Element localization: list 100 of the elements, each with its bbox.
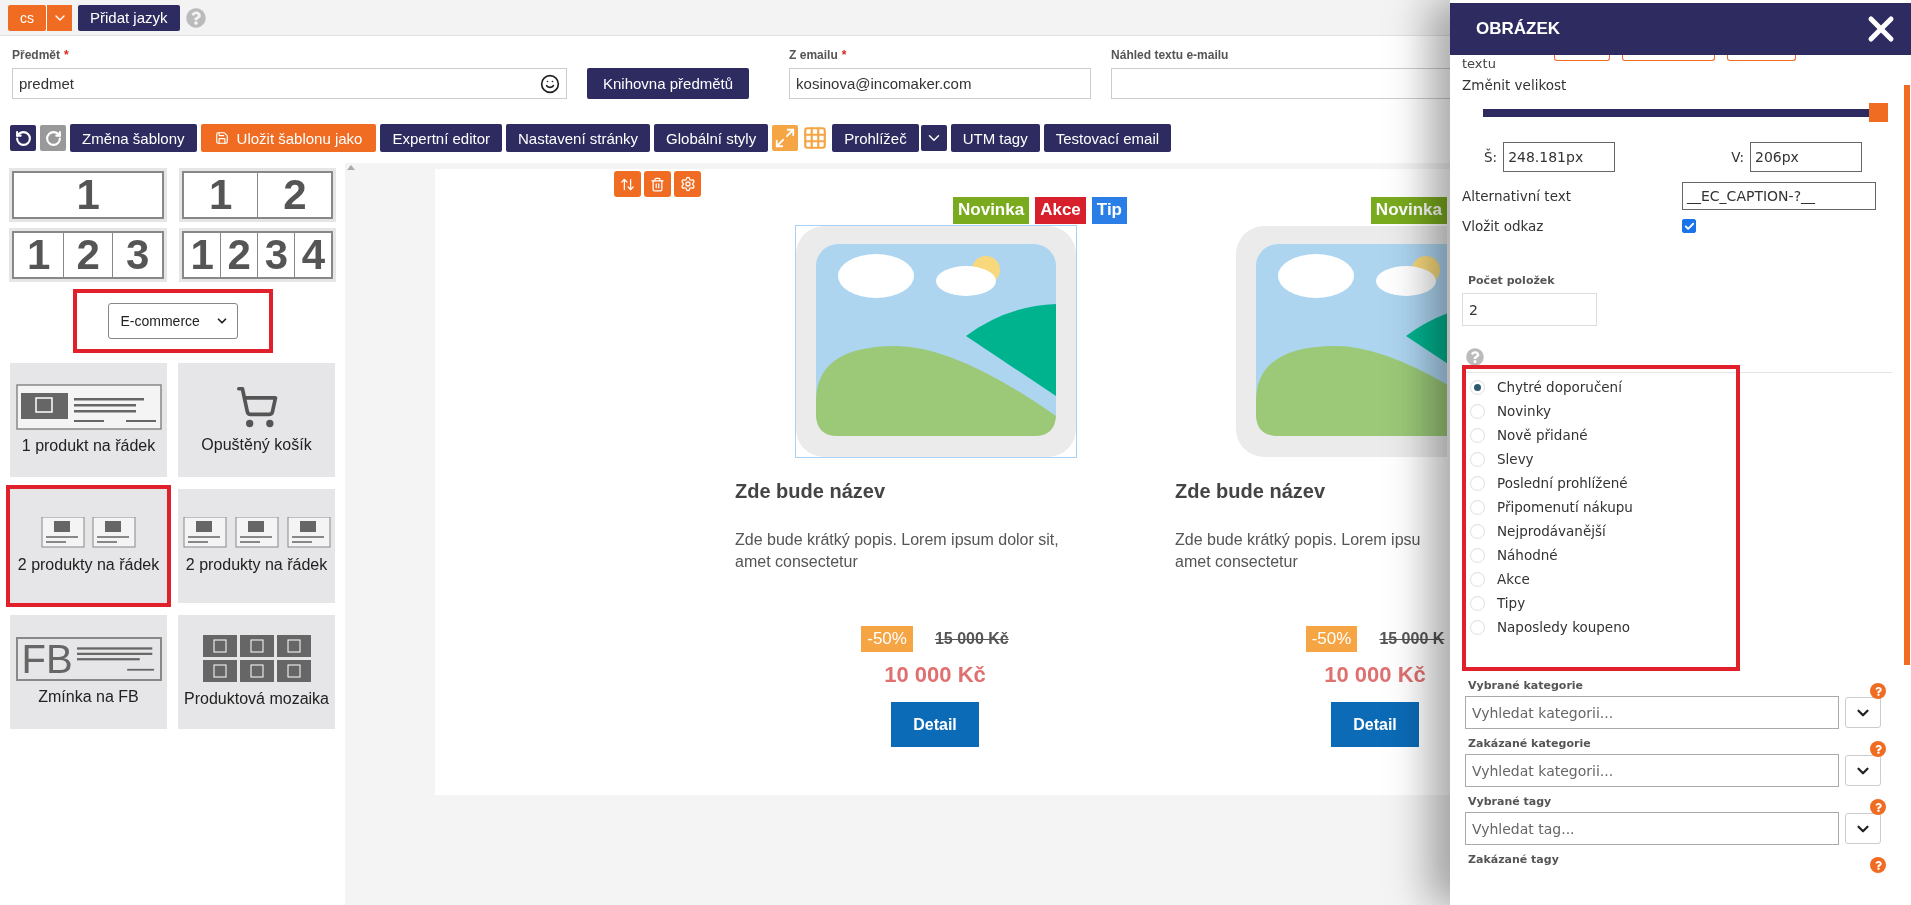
field-label: Zakázané kategorie (1468, 737, 1591, 750)
preview-text-field[interactable] (1111, 68, 1450, 99)
field-label: Předmět (12, 48, 61, 62)
field-label: Náhled textu e-mailu (1111, 48, 1229, 62)
delete-button[interactable] (644, 171, 671, 197)
settings-icon (679, 176, 696, 192)
language-dropdown-button[interactable] (46, 4, 72, 31)
search-field[interactable]: Vyhledat kategorii... (1465, 696, 1839, 729)
width-field[interactable]: 248.181px (1503, 142, 1616, 172)
fb-logo-text: FB (21, 639, 73, 679)
search-field[interactable]: Vyhledat kategorii... (1465, 754, 1839, 787)
block-tile[interactable]: Produktová mozaika (178, 615, 335, 729)
dropdown-button[interactable] (1845, 813, 1881, 844)
move-icon (620, 176, 635, 192)
column-layout-tile[interactable]: 1 (12, 171, 164, 219)
emoji-icon[interactable] (540, 73, 560, 94)
help-icon (1870, 857, 1886, 873)
block-tile[interactable]: Opuštěný košík (178, 363, 335, 477)
product-description: Zde bude krátký popis. Lorem ipsu amet consectetur (1175, 530, 1422, 572)
field-label: Š: (1484, 149, 1498, 165)
radio-label: Novinky (1497, 403, 1551, 419)
help-icon (1870, 799, 1886, 815)
subject-field[interactable]: predmet (12, 68, 567, 99)
block-tile[interactable]: FB Zmínka na FB (10, 615, 167, 729)
add-language-button[interactable]: Přidat jazyk (78, 4, 180, 31)
radio-option[interactable]: Naposledy koupeno (1470, 615, 1736, 639)
radio-label: Slevy (1497, 451, 1534, 467)
toolbar-button[interactable]: Změna šablony (70, 124, 197, 152)
count-field[interactable]: 2 (1462, 293, 1597, 326)
column-layout-tile[interactable]: 1 2 3 (12, 231, 164, 279)
block-tile[interactable]: 2 produkty na řádek (10, 489, 167, 603)
product-badge: Novinka (953, 197, 1030, 224)
block-label: 1 produkt na řádek (21, 436, 156, 456)
toolbar-button[interactable]: Globální styly (654, 124, 769, 152)
category-select[interactable]: E-commerce (107, 303, 238, 339)
radio-option[interactable]: Chytré doporučení (1470, 375, 1736, 399)
grid-icon (802, 125, 829, 151)
radio-option[interactable]: Nově přidané (1470, 423, 1736, 447)
block-tile[interactable]: 1 produkt na řádek (10, 363, 167, 477)
save-icon (214, 131, 229, 145)
column-layout-tile[interactable]: 1 2 3 4 (181, 231, 333, 279)
scrollbar-thumb[interactable] (1904, 85, 1910, 665)
dropdown-button[interactable] (1845, 697, 1881, 728)
required-mark: * (841, 48, 847, 62)
discount-badge: -50% (1305, 626, 1358, 653)
block-label: Produktová mozaika (184, 689, 329, 709)
shopping-cart-icon (234, 385, 279, 429)
toolbar-button[interactable]: Expertní editor (380, 124, 503, 152)
toolbar-button[interactable]: Testovací email (1043, 124, 1172, 152)
panel-title: OBRÁZEK (1476, 19, 1561, 39)
expand-icon (774, 127, 797, 149)
link-checkbox[interactable] (1682, 219, 1696, 233)
block-tile[interactable]: 2 produkty na řádek (178, 489, 335, 603)
field-label: Zakázané tagy (1468, 853, 1559, 866)
column-layout-tile[interactable]: 1 2 (181, 171, 333, 219)
slider-thumb[interactable] (1869, 103, 1888, 122)
undo-button[interactable] (10, 125, 36, 151)
radio-option[interactable]: Slevy (1470, 447, 1736, 471)
radio-option[interactable]: Akce (1470, 567, 1736, 591)
field-label: Vložit odkaz (1462, 218, 1545, 234)
option-button[interactable] (1727, 55, 1796, 61)
alt-text-field[interactable]: __EC_CAPTION-?__ (1682, 182, 1876, 210)
help-icon (185, 7, 206, 28)
move-button[interactable] (614, 171, 641, 197)
height-field[interactable]: 206px (1750, 142, 1862, 172)
radio-label: Připomenutí nákupu (1497, 499, 1633, 515)
option-button[interactable] (1554, 55, 1610, 61)
undo-icon (14, 129, 32, 147)
toolbar-button[interactable]: Nastavení stránky (506, 124, 651, 152)
field-label: Změnit velikost (1462, 77, 1568, 93)
product-description: Zde bude krátký popis. Lorem ipsum dolor sit, amet consectetur (735, 530, 1060, 572)
dropdown-button[interactable] (1845, 755, 1881, 786)
detail-button[interactable]: Detail (891, 702, 979, 748)
radio-option[interactable]: Připomenutí nákupu (1470, 495, 1736, 519)
product-badge: Novinka (1370, 197, 1447, 224)
product-price: 10 000 Kč (883, 662, 987, 689)
radio-option[interactable]: Náhodné (1470, 543, 1736, 567)
email-field[interactable]: kosinova@incomaker.com (789, 68, 1092, 99)
radio-option[interactable]: Nejprodávanější (1470, 519, 1736, 543)
subject-library-button[interactable]: Knihovna předmětů (587, 68, 750, 99)
old-price: 15 000 K (1379, 630, 1445, 649)
expand-button[interactable] (772, 125, 799, 151)
field-label: V: (1731, 149, 1744, 165)
grid-button[interactable] (802, 125, 829, 151)
toolbar-button[interactable]: UTM tagy (950, 124, 1040, 152)
search-field[interactable]: Vyhledat tag... (1465, 812, 1839, 845)
resize-slider[interactable] (1483, 103, 1888, 122)
radio-option[interactable]: Poslední prohlížené (1470, 471, 1736, 495)
field-label: textu (1462, 56, 1497, 70)
required-mark: * (64, 48, 69, 62)
radio-label: Náhodné (1497, 547, 1558, 563)
detail-button[interactable]: Detail (1331, 702, 1419, 748)
block-label: Opuštěný košík (201, 435, 312, 455)
radio-label: Tipy (1497, 595, 1526, 611)
dropdown-button[interactable] (920, 125, 947, 151)
preview-button[interactable]: Prohlížeč (832, 124, 919, 152)
settings-button[interactable] (674, 171, 701, 197)
option-button[interactable] (1622, 55, 1715, 61)
radio-option[interactable]: Tipy (1470, 591, 1736, 615)
radio-option[interactable]: Novinky (1470, 399, 1736, 423)
